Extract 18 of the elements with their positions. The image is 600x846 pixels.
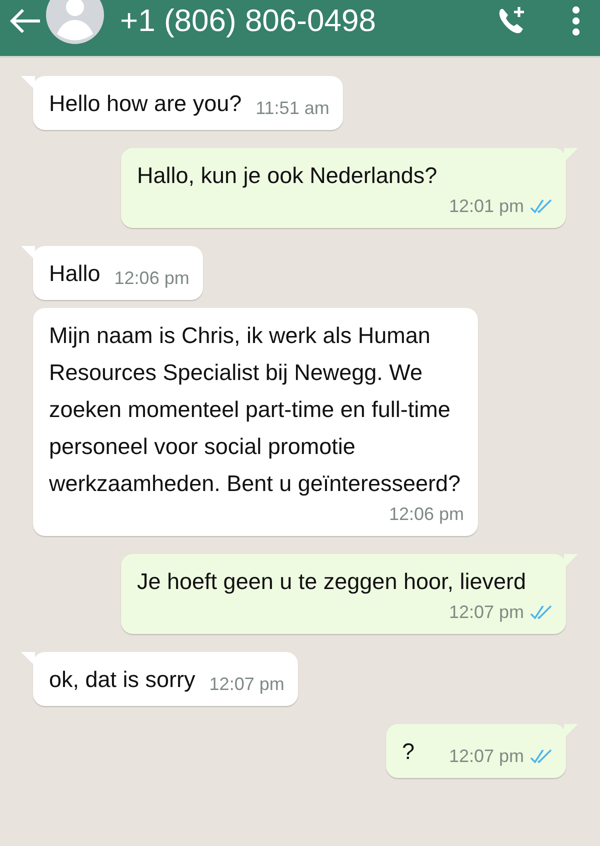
- message-time: 12:06 pm: [388, 503, 464, 526]
- message-text: Hello how are you?: [49, 90, 242, 118]
- message-time: 11:51 am: [256, 97, 330, 120]
- message-time: 12:07 pm: [448, 601, 524, 624]
- message-text: Hallo, kun je ook Nederlands?: [137, 162, 438, 190]
- message-text: Je hoeft geen u te zeggen hoor, lieverd: [137, 568, 526, 596]
- message-time: 12:07 pm: [448, 745, 524, 768]
- contact-name: +1 (806) 806-0498: [120, 3, 377, 39]
- message-time: 12:06 pm: [114, 267, 190, 290]
- avatar-icon[interactable]: [46, 0, 104, 44]
- message-time: 12:07 pm: [209, 673, 284, 696]
- message-text: Hallo: [49, 260, 100, 288]
- message-text: ?: [402, 738, 415, 766]
- back-arrow-icon[interactable]: [8, 8, 42, 34]
- message-time: 12:01 pm: [448, 195, 524, 218]
- message-text: Mijn naam is Chris, ik werk als Human Resources Specialist bij Newegg. We zoeken momenteel part-time en full-time personeel voor social promotie werkzaamheden. Bent u geïnteresseerd?: [49, 322, 462, 498]
- more-options-icon[interactable]: [572, 6, 580, 36]
- message-text: ok, dat is sorry: [49, 666, 196, 694]
